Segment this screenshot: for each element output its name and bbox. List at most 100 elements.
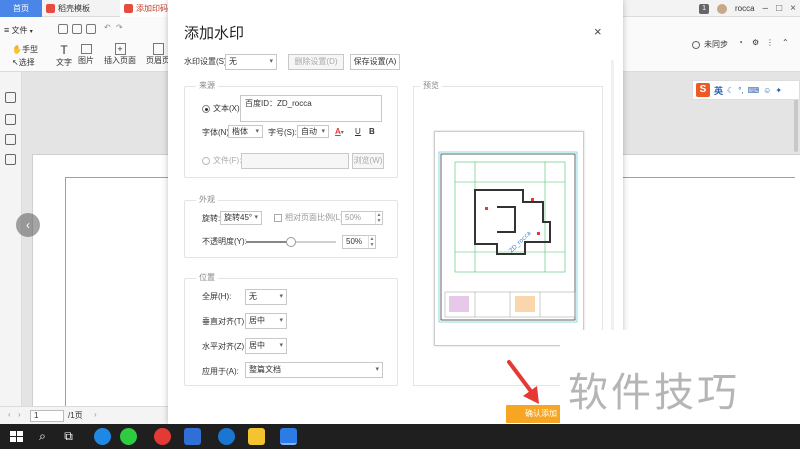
text-tool-label: 文字 xyxy=(56,58,72,67)
pdf-icon xyxy=(124,4,133,13)
size-select[interactable]: 自动 ▾ xyxy=(297,125,329,138)
select-tool-button[interactable]: ↖选择 xyxy=(12,57,35,68)
wps-pdf-icon[interactable] xyxy=(280,428,297,445)
spinner-arrows-icon[interactable]: ▲ ▼ xyxy=(368,236,375,248)
horizontal-align-value: 居中 xyxy=(249,341,265,350)
hand-tool-button[interactable]: ✋手型 xyxy=(12,44,38,55)
quick-access-open-icon[interactable] xyxy=(58,24,70,34)
cloud-icon xyxy=(692,40,700,49)
more-icon[interactable]: ⋮ xyxy=(766,38,774,47)
bookmark-icon[interactable] xyxy=(5,114,16,125)
rotate-select[interactable]: 旋转45° ▾ xyxy=(220,211,262,225)
relative-scale-checkbox[interactable] xyxy=(274,214,282,222)
file-source-radio[interactable] xyxy=(202,157,210,165)
baidu-icon[interactable] xyxy=(184,428,201,445)
avatar[interactable] xyxy=(716,3,727,14)
preview-page: ZD_rocca xyxy=(434,131,584,346)
file-path-input[interactable] xyxy=(241,153,349,169)
fullscreen-value: 无 xyxy=(249,292,257,301)
undo-icon[interactable]: ↶ xyxy=(104,23,111,32)
thumbnail-icon[interactable] xyxy=(5,92,16,103)
task-view-icon[interactable]: ⧉ xyxy=(60,428,77,445)
file-menu[interactable]: ≡ 文件 ▾ xyxy=(4,25,33,36)
browse-button[interactable]: 浏览(W) xyxy=(352,153,384,169)
vertical-align-select[interactable]: 居中 ▾ xyxy=(245,313,287,329)
sync-status[interactable]: 未同步 xyxy=(692,39,728,50)
maximize-icon[interactable]: □ xyxy=(776,0,782,17)
punctuation-icon[interactable]: °, xyxy=(738,86,743,95)
watermark-setting-value: 无 xyxy=(229,57,237,66)
font-color-button[interactable]: A▾ xyxy=(335,126,344,139)
prev-page-icon[interactable]: ‹ xyxy=(8,410,11,419)
text-tool-button[interactable]: T 文字 xyxy=(56,43,72,68)
opacity-input[interactable]: 50% ▲ ▼ xyxy=(342,235,376,249)
previous-page-button[interactable]: ‹ xyxy=(16,213,40,237)
tab-home[interactable]: 首页 xyxy=(0,0,42,17)
search-icon[interactable]: ⌕ xyxy=(34,428,51,445)
opacity-slider-handle[interactable] xyxy=(286,237,296,247)
ime-toolbar[interactable]: S 英 ☾ °, ⌨ ☺ ✦ xyxy=(692,80,800,100)
font-label: 字体(N): xyxy=(202,128,232,137)
skin-icon[interactable]: ✦ xyxy=(775,86,782,95)
font-value: 楷体 xyxy=(232,127,248,136)
chevron-down-icon: ▾ xyxy=(254,214,258,221)
close-icon[interactable]: × xyxy=(594,24,602,39)
ime-language[interactable]: 英 xyxy=(714,84,723,97)
sync-label: 未同步 xyxy=(704,40,728,49)
watermark-setting-select[interactable]: 无 ▾ xyxy=(225,54,277,70)
delete-setting-button[interactable]: 删除设置(D) xyxy=(288,54,344,70)
username[interactable]: rocca xyxy=(735,4,755,13)
quick-access-print-icon[interactable] xyxy=(86,24,98,34)
opacity-label: 不透明度(Y): xyxy=(202,237,247,246)
size-label: 字号(S): xyxy=(268,128,297,137)
tab-document[interactable]: 添加印码.pdf xyxy=(120,0,172,17)
fullscreen-select[interactable]: 无 ▾ xyxy=(245,289,287,305)
text-source-radio[interactable] xyxy=(202,105,210,113)
font-select[interactable]: 楷体 ▾ xyxy=(228,125,263,138)
next-page-icon[interactable]: › xyxy=(18,410,21,419)
page-number-input[interactable]: 1 xyxy=(30,410,64,422)
header-footer-button[interactable]: 页眉页 xyxy=(146,43,170,66)
moon-icon[interactable]: ☾ xyxy=(727,86,734,95)
quick-access-save-icon[interactable] xyxy=(72,24,84,34)
taskbar: ⌕ ⧉ xyxy=(0,424,800,449)
fullscreen-label: 全屏(H): xyxy=(202,292,232,301)
apply-to-select[interactable]: 整篇文档 ▾ xyxy=(245,362,383,378)
keyboard-icon[interactable]: ⌨ xyxy=(748,86,760,95)
attachment-icon[interactable] xyxy=(5,154,16,165)
ie-browser-icon[interactable] xyxy=(94,428,111,445)
chevron-down-icon: ▾ xyxy=(269,58,273,65)
annotation-icon[interactable] xyxy=(5,134,16,145)
underline-button[interactable]: U xyxy=(355,126,361,138)
settings-icon[interactable]: ⚙ xyxy=(752,38,759,47)
tab-count-badge[interactable]: 1 xyxy=(699,3,709,14)
preview-title: 预览 xyxy=(420,80,442,91)
relative-scale-input[interactable]: 50% ▲ ▼ xyxy=(341,211,383,225)
next-page-arrow-icon[interactable]: › xyxy=(94,410,97,419)
insert-page-button[interactable]: + 插入页面 xyxy=(104,43,136,66)
hand-icon: ✋ xyxy=(12,45,22,54)
redo-icon[interactable]: ↷ xyxy=(116,23,123,32)
tab-templates[interactable]: 稻壳模板 xyxy=(42,0,120,17)
share-icon[interactable]: ◔ xyxy=(738,38,743,47)
header-footer-label: 页眉页 xyxy=(146,56,170,65)
chrome-icon[interactable] xyxy=(154,428,171,445)
vertical-align-value: 居中 xyxy=(249,316,265,325)
bold-button[interactable]: B xyxy=(369,126,375,138)
horizontal-align-select[interactable]: 居中 ▾ xyxy=(245,338,287,354)
file-explorer-icon[interactable] xyxy=(248,428,265,445)
watermark-text-input[interactable]: 百度ID：ZD_rocca xyxy=(240,95,382,122)
image-tool-button[interactable]: 图片 xyxy=(78,43,94,66)
image-tool-label: 图片 xyxy=(78,56,94,65)
collapse-ribbon-icon[interactable]: ⌃ xyxy=(782,38,789,47)
margin-guide xyxy=(65,177,66,415)
close-icon[interactable]: × xyxy=(790,0,796,17)
kugou-icon[interactable] xyxy=(218,428,235,445)
save-setting-button[interactable]: 保存设置(A) xyxy=(350,54,400,70)
wechat-icon[interactable] xyxy=(120,428,137,445)
apply-to-label: 应用于(A): xyxy=(202,367,239,376)
spinner-arrows-icon[interactable]: ▲ ▼ xyxy=(375,212,382,224)
user-icon[interactable]: ☺ xyxy=(763,86,771,95)
windows-start-icon[interactable] xyxy=(8,428,25,445)
minimize-icon[interactable]: – xyxy=(763,0,769,17)
